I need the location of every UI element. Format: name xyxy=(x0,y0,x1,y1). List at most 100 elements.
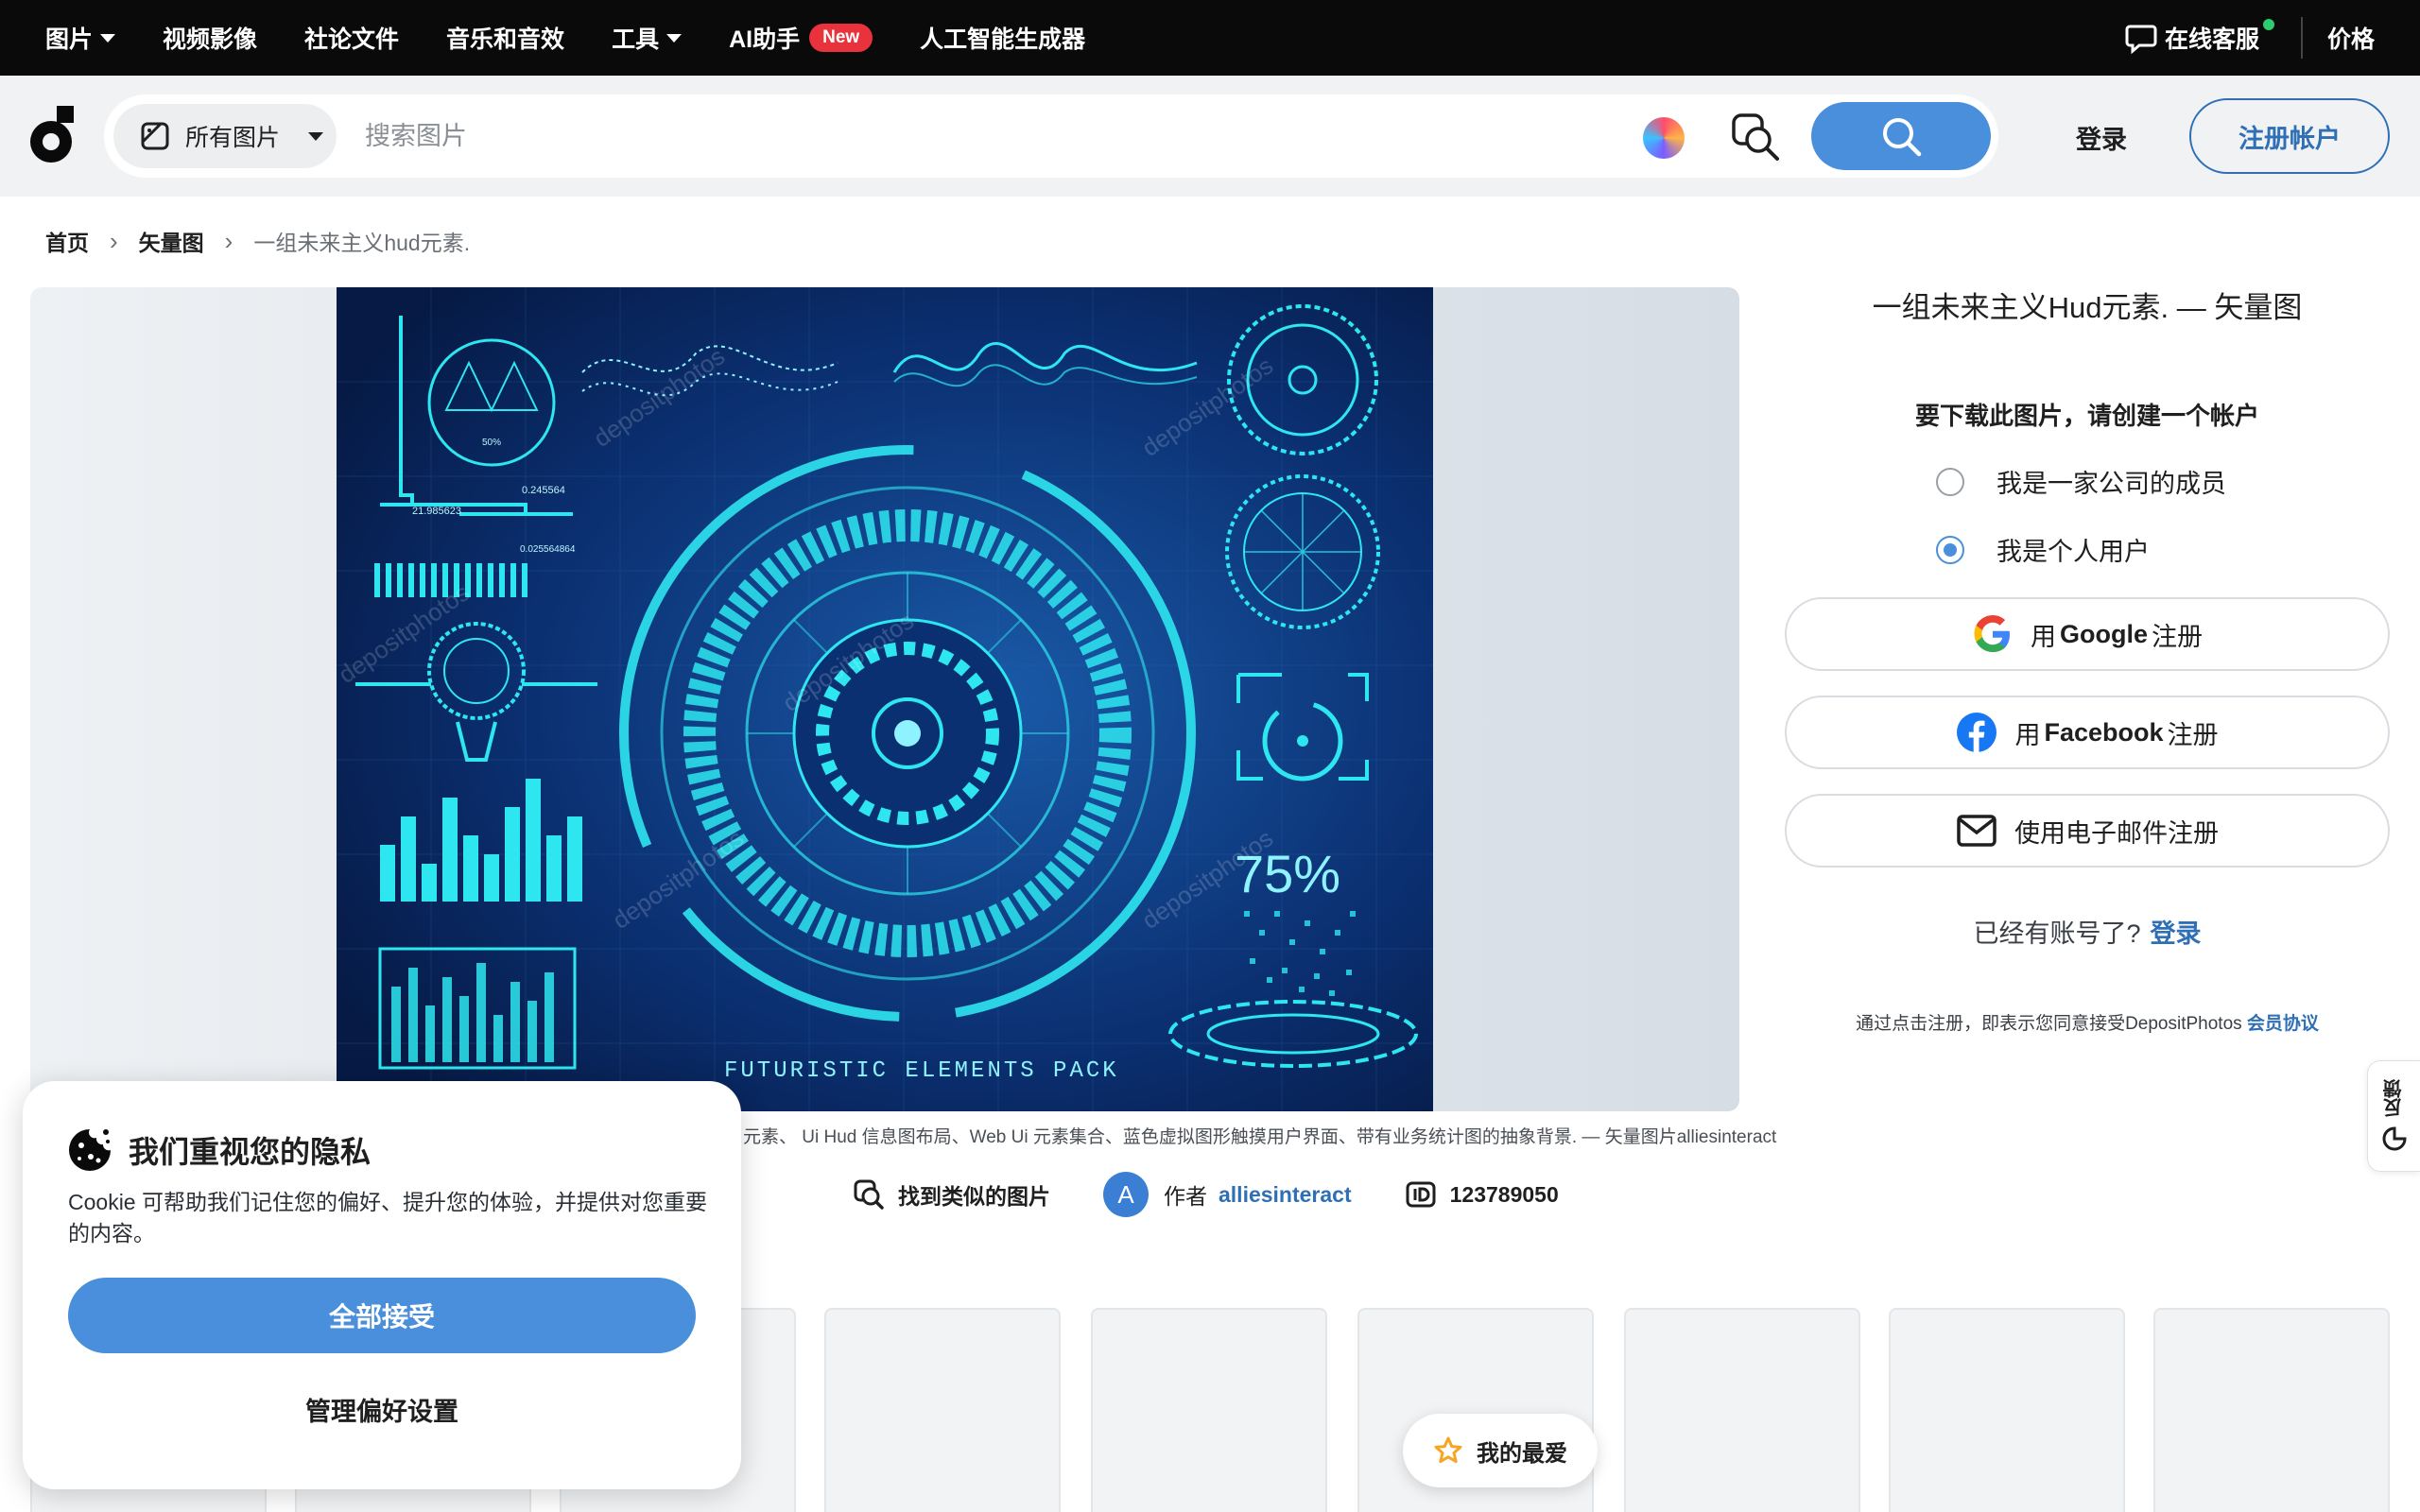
breadcrumb-home[interactable]: 首页 xyxy=(45,225,89,257)
nav-item-images[interactable]: 图片 xyxy=(45,21,116,55)
search-button[interactable] xyxy=(1811,102,1991,170)
hud-preview-image: 50% 0.245564 21.985623 0.025564864 75% F… xyxy=(337,287,1433,1111)
image-id-value: 123789050 xyxy=(1449,1181,1559,1207)
image-caption: 元素、 Ui Hud 信息图布局、Web Ui 元素集合、蓝色虚拟图形触摸用户界… xyxy=(743,1127,1777,1147)
terms-notice: 通过点击注册，即表示您同意接受DepositPhotos 会员协议 xyxy=(1785,1009,2390,1035)
nav-item-label: 图片 xyxy=(45,26,94,53)
manage-preferences-button[interactable]: 管理偏好设置 xyxy=(68,1385,696,1433)
related-thumbnail[interactable] xyxy=(1091,1308,1327,1512)
hud-readout: 0.245564 xyxy=(522,485,565,496)
favorites-button[interactable]: 我的最爱 xyxy=(1403,1414,1598,1487)
search-bar: 所有图片 xyxy=(104,94,1998,178)
cookie-consent-dialog: 我们重视您的隐私 Cookie 可帮助我们记住您的偏好、提升您的体验，并提供对您… xyxy=(23,1081,741,1489)
top-navigation-bar: 图片 视频影像 社论文件 音乐和音效 工具 AI助手 New 人工智能生成器 在线… xyxy=(0,0,2420,76)
chevron-right-icon: › xyxy=(110,226,118,255)
visual-search-icon[interactable] xyxy=(1730,112,1783,164)
feedback-tab[interactable]: 反馈 xyxy=(2367,1060,2420,1172)
nav-item-videos[interactable]: 视频影像 xyxy=(163,21,257,55)
search-icon xyxy=(1883,118,1922,157)
radio-button[interactable] xyxy=(1936,467,1964,496)
google-prefix: 用 xyxy=(2031,622,2056,651)
author-prefix: 作者 xyxy=(1164,1184,1207,1209)
facebook-suffix: 注册 xyxy=(2167,720,2219,749)
member-agreement-link[interactable]: 会员协议 xyxy=(2247,1014,2319,1034)
related-thumbnail[interactable] xyxy=(1889,1308,2125,1512)
signup-button[interactable]: 注册帐户 xyxy=(2189,98,2390,174)
panel-subtitle: 要下载此图片，请创建一个帐户 xyxy=(1914,402,2259,430)
author-avatar: A xyxy=(1103,1172,1149,1217)
depositphotos-logo[interactable] xyxy=(28,104,78,166)
hud-pack-label: FUTURISTIC ELEMENTS PACK xyxy=(724,1058,1119,1084)
top-right-links: 在线客服 价格 xyxy=(2125,0,2375,76)
facebook-icon xyxy=(1956,712,1997,753)
google-icon xyxy=(1972,613,2014,655)
nav-item-ai-assistant[interactable]: AI助手 New xyxy=(729,21,873,55)
cookie-title: 我们重视您的隐私 xyxy=(66,1126,371,1174)
radio-button-selected[interactable] xyxy=(1936,535,1964,564)
terms-text: 通过点击注册，即表示您同意接受DepositPhotos xyxy=(1856,1014,2242,1034)
feedback-icon xyxy=(2382,1126,2407,1151)
category-dropdown[interactable]: 所有图片 xyxy=(113,104,337,168)
search-input[interactable] xyxy=(365,113,1641,159)
image-meta-row: 找到类似的图片 A 作者 alliesinteract 123789050 xyxy=(853,1172,1612,1217)
nav-item-label: 人工智能生成器 xyxy=(920,26,1086,53)
breadcrumb-current: 一组未来主义hud元素. xyxy=(253,231,471,255)
radio-personal-user[interactable]: 我是个人用户 xyxy=(1936,531,2150,568)
accept-all-button[interactable]: 全部接受 xyxy=(68,1278,696,1353)
chevron-down-icon xyxy=(308,131,324,141)
category-label: 所有图片 xyxy=(185,125,281,151)
star-icon xyxy=(1434,1436,1462,1464)
new-badge: New xyxy=(809,24,873,52)
nav-item-editorial[interactable]: 社论文件 xyxy=(304,21,399,55)
email-signup-button[interactable]: 使用电子邮件注册 xyxy=(1785,794,2390,868)
panel-login-link[interactable]: 登录 xyxy=(2151,919,2202,948)
feedback-label: 反馈 xyxy=(2384,1079,2405,1117)
cookie-description: Cookie 可帮助我们记住您的偏好、提升您的体验，并提供对您重要的内容。 xyxy=(68,1190,707,1246)
online-support-link[interactable]: 在线客服 xyxy=(2125,19,2274,55)
top-nav: 图片 视频影像 社论文件 音乐和音效 工具 AI助手 New 人工智能生成器 xyxy=(0,0,1132,76)
related-thumbnail[interactable] xyxy=(2153,1308,2390,1512)
nav-item-label: 音乐和音效 xyxy=(446,26,565,53)
nav-item-label: 视频影像 xyxy=(163,26,258,53)
hud-readout: 0.025564864 xyxy=(520,544,576,555)
support-label: 在线客服 xyxy=(2164,26,2259,53)
hud-readout: 21.985623 xyxy=(412,506,461,517)
author-info: A 作者 alliesinteract xyxy=(1103,1172,1352,1217)
nav-item-music[interactable]: 音乐和音效 xyxy=(446,21,564,55)
nav-item-ai-generator[interactable]: 人工智能生成器 xyxy=(920,21,1085,55)
already-text: 已经有账号了? xyxy=(1973,919,2141,948)
image-category-icon xyxy=(141,122,169,150)
nav-item-tools[interactable]: 工具 xyxy=(612,21,683,55)
panel-title: 一组未来主义Hud元素. — 矢量图 xyxy=(1872,291,2303,324)
cookie-icon xyxy=(69,1129,111,1171)
author-link[interactable]: alliesinteract xyxy=(1219,1182,1352,1208)
related-thumbnail[interactable] xyxy=(1624,1308,1860,1512)
google-signup-button[interactable]: 用 Google 注册 xyxy=(1785,597,2390,671)
radio-company-member[interactable]: 我是一家公司的成员 xyxy=(1936,463,2226,500)
facebook-signup-button[interactable]: 用 Facebook 注册 xyxy=(1785,696,2390,769)
id-icon xyxy=(1406,1181,1436,1208)
pricing-link[interactable]: 价格 xyxy=(2327,21,2375,55)
cookie-title-text: 我们重视您的隐私 xyxy=(129,1135,372,1169)
find-similar-link[interactable]: 找到类似的图片 xyxy=(853,1178,1050,1211)
radio-label: 我是个人用户 xyxy=(1996,538,2150,566)
image-preview[interactable]: 50% 0.245564 21.985623 0.025564864 75% F… xyxy=(30,287,1739,1111)
nav-item-label: 社论文件 xyxy=(304,26,400,53)
breadcrumb-vectors[interactable]: 矢量图 xyxy=(139,225,204,257)
favorites-label: 我的最爱 xyxy=(1477,1440,1567,1467)
breadcrumb: 首页 › 矢量图 › 一组未来主义hud元素. xyxy=(45,225,470,257)
find-similar-label: 找到类似的图片 xyxy=(898,1184,1050,1209)
divider xyxy=(2300,17,2303,59)
google-brand: Google xyxy=(2060,619,2148,648)
find-similar-icon xyxy=(854,1179,884,1210)
hud-readout: 50% xyxy=(482,438,501,448)
related-thumbnail[interactable] xyxy=(824,1308,1061,1512)
nav-item-label: AI助手 xyxy=(729,26,801,53)
login-link[interactable]: 登录 xyxy=(2076,119,2127,156)
ai-search-icon[interactable] xyxy=(1643,117,1685,159)
already-have-account: 已经有账号了? 登录 xyxy=(1785,913,2390,950)
header: 所有图片 登录 注册帐户 xyxy=(0,76,2420,197)
facebook-brand: Facebook xyxy=(2044,717,2164,747)
email-signup-label: 使用电子邮件注册 xyxy=(2014,818,2219,848)
mail-icon xyxy=(1956,810,1997,851)
